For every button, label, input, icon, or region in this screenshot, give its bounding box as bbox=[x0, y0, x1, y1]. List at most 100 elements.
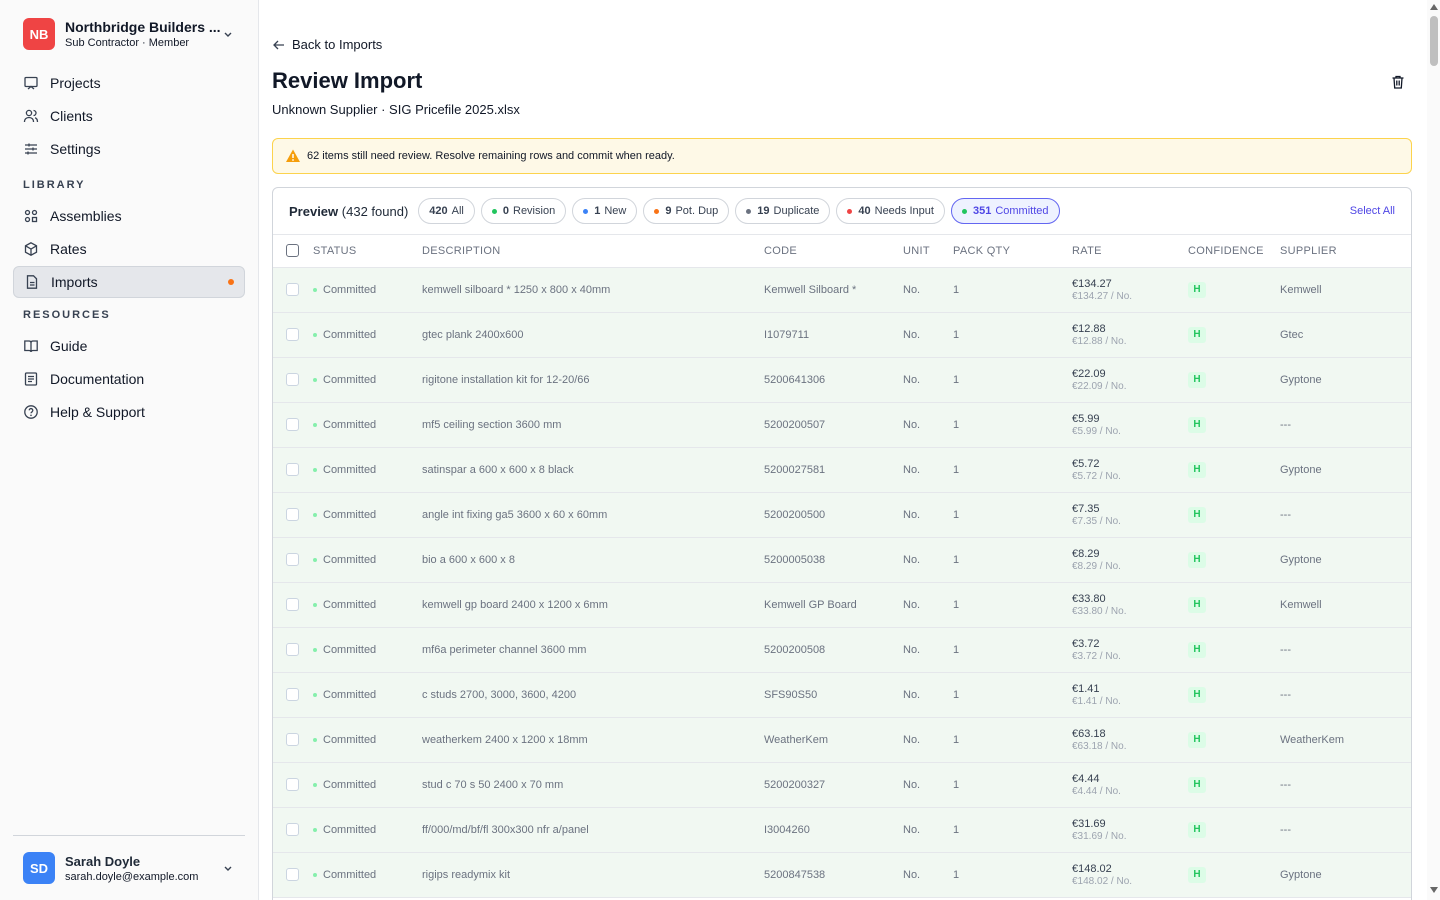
status-cell: Committed bbox=[313, 689, 422, 701]
col-supplier[interactable]: SUPPLIER bbox=[1280, 235, 1411, 267]
filter-chip-all[interactable]: 420 All bbox=[418, 198, 475, 224]
supplier-cell: --- bbox=[1280, 418, 1291, 431]
code-cell: Kemwell Silboard * bbox=[764, 283, 857, 296]
status-text: Committed bbox=[323, 418, 377, 431]
row-checkbox[interactable] bbox=[286, 553, 299, 566]
confidence-badge: H bbox=[1188, 551, 1206, 568]
nav-guide[interactable]: Guide bbox=[13, 330, 245, 362]
table-row[interactable]: Committed kemwell gp board 2400 x 1200 x … bbox=[273, 582, 1411, 627]
scroll-up-icon[interactable] bbox=[1430, 4, 1438, 10]
code-cell: 5200847538 bbox=[764, 868, 826, 881]
col-status[interactable]: STATUS bbox=[313, 235, 422, 267]
chip-count: 9 bbox=[665, 205, 672, 217]
col-description[interactable]: DESCRIPTION bbox=[422, 235, 764, 267]
row-checkbox[interactable] bbox=[286, 688, 299, 701]
filter-chip-committed[interactable]: 351 Committed bbox=[950, 198, 1060, 224]
col-code[interactable]: CODE bbox=[764, 235, 903, 267]
row-checkbox[interactable] bbox=[286, 418, 299, 431]
col-confidence[interactable]: CONFIDENCE bbox=[1188, 235, 1280, 267]
nav-documentation[interactable]: Documentation bbox=[13, 363, 245, 395]
nav-imports[interactable]: Imports bbox=[13, 266, 245, 298]
scroll-down-icon[interactable] bbox=[1430, 887, 1438, 893]
table-row[interactable]: Committed mf6a perimeter channel 3600 mm 5… bbox=[273, 627, 1411, 672]
status-text: Committed bbox=[323, 553, 377, 566]
filter-toolbar: Preview (432 found) 420 All 0 Revision 1 New 9… bbox=[273, 188, 1411, 235]
code-cell: SFS90S50 bbox=[764, 688, 818, 701]
chevron-down-icon[interactable] bbox=[221, 27, 235, 41]
preview-count: Preview (432 found) bbox=[289, 203, 409, 219]
assemblies-icon bbox=[24, 209, 38, 223]
filter-chip-duplicate[interactable]: 19 Duplicate bbox=[735, 198, 831, 224]
nav-help[interactable]: Help & Support bbox=[13, 396, 245, 428]
row-checkbox[interactable] bbox=[286, 823, 299, 836]
chip-count: 19 bbox=[757, 205, 770, 217]
table-row[interactable]: Committed bio a 600 x 600 x 8 5200005038 No… bbox=[273, 537, 1411, 582]
row-checkbox[interactable] bbox=[286, 733, 299, 746]
row-checkbox[interactable] bbox=[286, 373, 299, 386]
unit-cell: No. bbox=[903, 373, 921, 386]
user-menu[interactable]: SD Sarah Doyle sarah.doyle@example.com bbox=[13, 835, 245, 900]
description-cell: c studs 2700, 3000, 3600, 4200 bbox=[422, 688, 577, 701]
confidence-badge: H bbox=[1188, 731, 1206, 748]
row-checkbox[interactable] bbox=[286, 868, 299, 881]
select-all-checkbox[interactable] bbox=[286, 244, 299, 258]
unit-cell: No. bbox=[903, 598, 921, 611]
nav-clients[interactable]: Clients bbox=[13, 100, 245, 132]
table-row[interactable]: Committed ff/000/md/bf/fl 300x300 nfr a/p… bbox=[273, 807, 1411, 852]
table-row[interactable]: Committed stud c 70 s 50 2400 x 70 mm 5200… bbox=[273, 762, 1411, 807]
status-cell: Committed bbox=[313, 509, 422, 521]
unit-cell: No. bbox=[903, 868, 921, 881]
row-checkbox[interactable] bbox=[286, 328, 299, 341]
nav-settings[interactable]: Settings bbox=[13, 133, 245, 165]
status-dot bbox=[654, 208, 660, 214]
filter-chip-new[interactable]: 1 New bbox=[572, 198, 638, 224]
description-cell: mf6a perimeter channel 3600 mm bbox=[422, 643, 587, 656]
table-row[interactable]: Committed satinspar a 600 x 600 x 8 black… bbox=[273, 447, 1411, 492]
filter-chip-pot-dup[interactable]: 9 Pot. Dup bbox=[643, 198, 730, 224]
row-checkbox[interactable] bbox=[286, 283, 299, 296]
unit-cell: No. bbox=[903, 643, 921, 656]
sliders-icon bbox=[25, 143, 37, 155]
col-rate[interactable]: RATE bbox=[1072, 235, 1188, 267]
select-all-link[interactable]: Select All bbox=[1350, 205, 1395, 217]
table-row[interactable]: Committed gtec plank 2400x600 I1079711 No. 1… bbox=[273, 312, 1411, 357]
supplier-cell: Gyptone bbox=[1280, 868, 1322, 881]
table-row[interactable]: Committed angle int fixing ga5 3600 x 60 … bbox=[273, 492, 1411, 537]
description-cell: angle int fixing ga5 3600 x 60 x 60mm bbox=[422, 508, 608, 521]
table-row[interactable]: Committed mf5 ceiling section 3600 mm 5200… bbox=[273, 402, 1411, 447]
file-icon bbox=[26, 275, 38, 289]
table-row[interactable]: Committed c studs 2700, 3000, 3600, 4200 S… bbox=[273, 672, 1411, 717]
status-cell: Committed bbox=[313, 284, 422, 296]
org-role: Sub Contractor · Member bbox=[65, 37, 190, 49]
unit-cell: No. bbox=[903, 283, 921, 296]
col-pack-qty[interactable]: PACK QTY bbox=[953, 235, 1072, 267]
org-switcher[interactable]: NB Northbridge Builders ... Sub Contract… bbox=[13, 10, 245, 58]
description-cell: stud c 70 s 50 2400 x 70 mm bbox=[422, 778, 564, 791]
status-cell: Committed bbox=[313, 329, 422, 341]
scroll-thumb[interactable] bbox=[1430, 16, 1438, 66]
filter-chip-needs-input[interactable]: 40 Needs Input bbox=[836, 198, 945, 224]
table-row[interactable]: Committed rigitone installation kit for 1… bbox=[273, 357, 1411, 402]
nav-projects[interactable]: Projects bbox=[13, 67, 245, 99]
supplier-cell: --- bbox=[1280, 688, 1291, 701]
table-row[interactable]: Committed rigips readymix kit 5200847538 No… bbox=[273, 852, 1411, 897]
chevron-down-icon[interactable] bbox=[221, 861, 235, 875]
col-unit[interactable]: UNIT bbox=[903, 235, 953, 267]
nav-rates[interactable]: Rates bbox=[13, 233, 245, 265]
review-alert: 62 items still need review. Resolve rema… bbox=[272, 138, 1412, 174]
rate-value: €8.29 bbox=[1072, 547, 1100, 560]
row-checkbox[interactable] bbox=[286, 463, 299, 476]
confidence-badge: H bbox=[1188, 416, 1206, 433]
status-dot bbox=[313, 782, 317, 787]
table-row[interactable]: Committed weatherkem 2400 x 1200 x 18mm We… bbox=[273, 717, 1411, 762]
row-checkbox[interactable] bbox=[286, 508, 299, 521]
back-link[interactable]: Back to Imports bbox=[272, 37, 382, 52]
table-row[interactable]: Committed kemwell silboard * 1250 x 800 x… bbox=[273, 267, 1411, 312]
nav-assemblies[interactable]: Assemblies bbox=[13, 200, 245, 232]
trash-icon[interactable] bbox=[1390, 74, 1406, 90]
filter-chip-revision[interactable]: 0 Revision bbox=[480, 198, 567, 224]
row-checkbox[interactable] bbox=[286, 778, 299, 791]
scrollbar[interactable] bbox=[1427, 0, 1440, 900]
row-checkbox[interactable] bbox=[286, 643, 299, 656]
row-checkbox[interactable] bbox=[286, 598, 299, 611]
